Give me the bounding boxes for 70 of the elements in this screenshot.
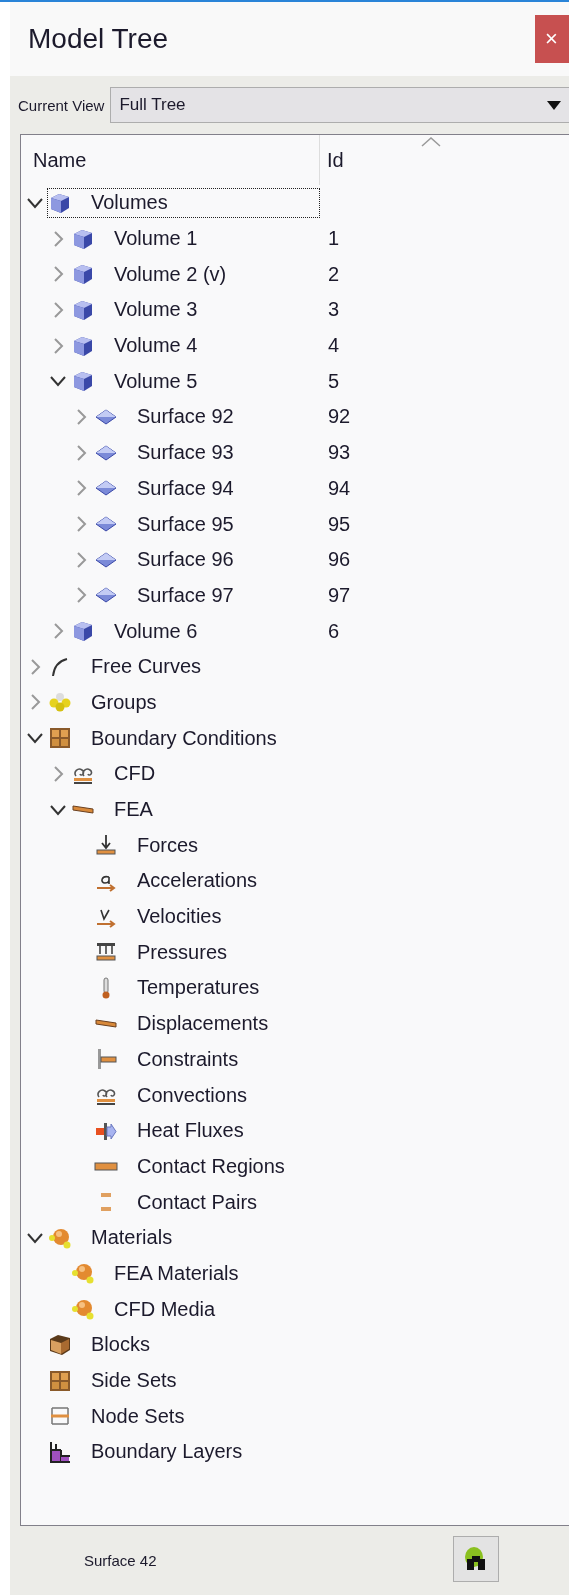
block-icon — [48, 1332, 72, 1357]
tree-item-label[interactable]: FEA — [114, 798, 153, 822]
tree-item-label[interactable]: Volume 2 (v) — [114, 262, 227, 286]
tree-item-label[interactable]: Accelerations — [137, 869, 258, 893]
tree-item-label[interactable]: Free Curves — [91, 655, 202, 679]
sort-icon — [421, 137, 441, 147]
tree-item-label[interactable]: Temperatures — [137, 976, 260, 1000]
id-cell-text: 92 — [327, 405, 351, 429]
layers-icon — [48, 1439, 72, 1464]
id-cell-text: 4 — [327, 334, 340, 358]
sphere-icon — [71, 1261, 95, 1286]
tree-item-label[interactable]: Surface 95 — [137, 512, 234, 536]
tree-item-label[interactable]: Pressures — [137, 940, 228, 964]
id-cell-text: 5 — [327, 369, 340, 393]
grid-icon — [48, 1368, 72, 1393]
tree-item-label[interactable]: Velocities — [137, 905, 222, 929]
tree-item-label[interactable]: Volume 1 — [114, 227, 198, 251]
dashes-icon — [101, 1193, 111, 1212]
focus-outline[interactable]: Volumes — [47, 187, 320, 218]
id-cell-text: 2 — [327, 262, 340, 286]
cube-icon — [71, 262, 95, 287]
view-label: Current View — [18, 96, 105, 114]
tree-item-label[interactable]: Surface 93 — [137, 441, 234, 465]
tree-item-label[interactable]: Convections — [137, 1083, 248, 1107]
id-cell-text: 96 — [327, 548, 351, 572]
tree-item-label[interactable]: Volume 5 — [114, 369, 198, 393]
tree-item-label[interactable]: Displacements — [137, 1012, 269, 1036]
tree-item-label[interactable]: CFD — [114, 762, 156, 786]
id-cell-text: 6 — [327, 619, 340, 643]
column-header[interactable]: Name — [21, 135, 320, 185]
cube-icon — [71, 369, 95, 394]
tree-item-label[interactable]: Side Sets — [91, 1369, 177, 1393]
close-button[interactable]: × — [535, 15, 569, 63]
id-cell-text: 1 — [327, 227, 340, 251]
tree-item-label[interactable]: Heat Fluxes — [137, 1119, 244, 1143]
cube-icon — [71, 619, 95, 644]
tree-item-label[interactable]: Contact Pairs — [137, 1190, 258, 1214]
tree-item-label[interactable]: Node Sets — [91, 1404, 185, 1428]
tree-item-label[interactable]: Surface 94 — [137, 476, 234, 500]
tree-item-label[interactable]: Volumes — [91, 191, 168, 215]
dropdown-arrow-icon — [547, 100, 561, 110]
tree-item-label[interactable]: Surface 96 — [137, 548, 234, 572]
id-cell-text: 3 — [327, 298, 340, 322]
view-dropdown[interactable]: Full Tree — [110, 87, 569, 123]
tree-item-label[interactable]: Contact Regions — [137, 1154, 285, 1178]
tree-item-label[interactable]: Forces — [137, 833, 199, 857]
tree-item-label[interactable]: Constraints — [137, 1047, 239, 1071]
tree-item-label[interactable]: Surface 97 — [137, 583, 234, 607]
sphere-icon — [71, 1297, 95, 1322]
id-cell-text: 93 — [327, 441, 351, 465]
tree-item-label[interactable]: Volume 3 — [114, 298, 198, 322]
id-cell-text: 97 — [327, 583, 351, 607]
tree-item-label[interactable]: FEA Materials — [114, 1261, 239, 1285]
status-text: Surface 42 — [84, 1552, 157, 1569]
tree-item-label[interactable]: Materials — [91, 1226, 173, 1250]
window-title: Model Tree — [28, 23, 169, 55]
tree-item-label[interactable]: Groups — [91, 690, 157, 714]
tree-item-label[interactable]: Surface 92 — [137, 405, 234, 429]
force-icon — [94, 833, 118, 858]
find-button[interactable] — [453, 1536, 499, 1582]
tree-item-label[interactable]: CFD Media — [114, 1297, 216, 1321]
column-header[interactable]: Id — [320, 148, 344, 172]
tree-item-label[interactable]: Boundary Conditions — [91, 726, 277, 750]
tree-item-label[interactable]: Volume 6 — [114, 619, 198, 643]
id-cell-text: 95 — [327, 512, 351, 536]
tree-item-label[interactable]: Blocks — [91, 1333, 150, 1357]
tree-item-label[interactable]: Boundary Layers — [91, 1440, 243, 1464]
tree-item-label[interactable]: Volume 4 — [114, 334, 198, 358]
grid-icon — [48, 726, 72, 751]
id-cell-text: 94 — [327, 476, 351, 500]
